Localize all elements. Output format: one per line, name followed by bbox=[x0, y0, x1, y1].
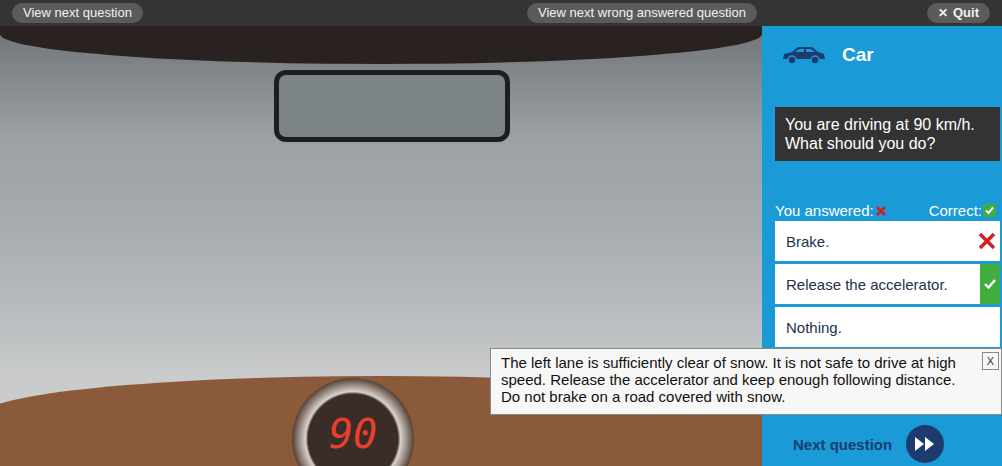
fast-forward-icon bbox=[913, 435, 937, 453]
check-icon bbox=[983, 277, 997, 291]
next-question-button[interactable]: View next question bbox=[12, 3, 143, 23]
tooltip-close-button[interactable]: X bbox=[982, 352, 999, 370]
car-icon bbox=[780, 44, 826, 66]
category: Car bbox=[780, 40, 1000, 70]
toolbar: View next question View next wrong answer… bbox=[0, 0, 1002, 26]
quiz-screen: View next question View next wrong answer… bbox=[0, 0, 1002, 466]
speed-reading: 90 bbox=[329, 411, 377, 457]
answer-option[interactable]: Release the accelerator. bbox=[775, 264, 1000, 304]
answer-header: You answered: Correct: bbox=[775, 202, 1000, 219]
question-box: You are driving at 90 km/h. What should … bbox=[775, 107, 1000, 161]
answer-option[interactable]: Nothing. bbox=[775, 307, 1000, 347]
next-question[interactable]: Next question bbox=[775, 425, 1000, 466]
check-icon bbox=[983, 204, 996, 217]
rear-mirror bbox=[274, 70, 510, 142]
next-button[interactable] bbox=[906, 425, 944, 463]
answer-option[interactable]: Brake. bbox=[775, 221, 1000, 261]
explanation-tooltip: The left lane is sufficiently clear of s… bbox=[490, 348, 1002, 415]
correct-mark bbox=[980, 264, 1000, 304]
wrong-icon bbox=[875, 205, 887, 217]
next-wrong-button[interactable]: View next wrong answered question bbox=[527, 3, 757, 23]
quit-button[interactable]: ✕Quit bbox=[927, 3, 990, 23]
wrong-icon bbox=[977, 231, 997, 251]
close-icon: ✕ bbox=[938, 5, 948, 21]
